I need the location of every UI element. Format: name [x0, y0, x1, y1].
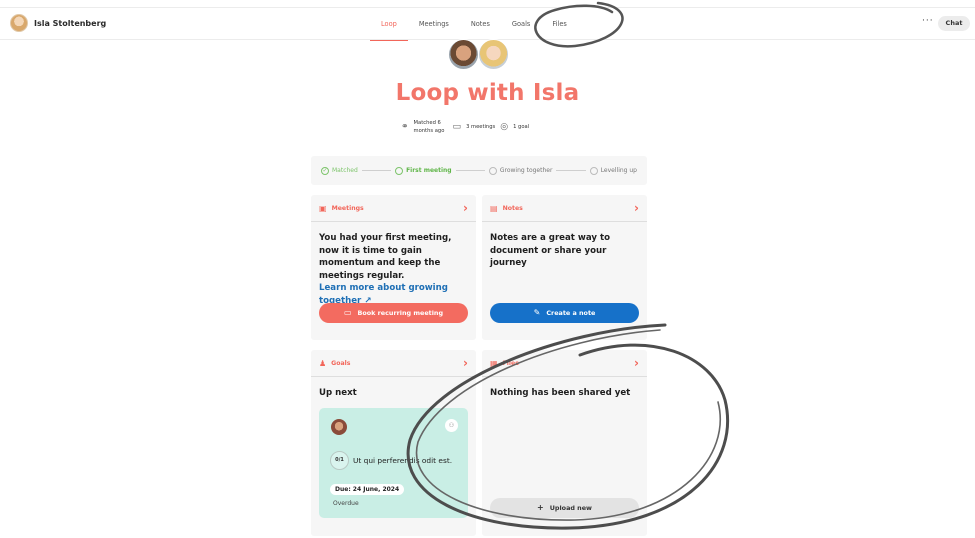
create-note-button[interactable]: ✎ Create a note	[490, 303, 639, 323]
step-first-meeting: First meeting	[395, 166, 452, 175]
card-title: Meetings	[331, 204, 364, 212]
card-title: Notes	[502, 204, 523, 212]
calendar-icon: ▭	[452, 122, 462, 132]
goal-progress-ring: 0/1	[330, 451, 349, 470]
card-title: Files	[502, 359, 519, 367]
avatar	[448, 39, 479, 70]
chat-button[interactable]: Chat	[938, 16, 970, 31]
image-file-icon: ▦	[490, 358, 498, 368]
button-label: Create a note	[546, 309, 596, 317]
shared-people-icon: ⚇	[445, 419, 458, 432]
notes-card-body: Notes are a great way to document or sha…	[482, 222, 647, 280]
handshake-icon: ⚭	[401, 122, 409, 132]
tab-meetings[interactable]: Meetings	[408, 8, 460, 40]
calendar-icon: ▣	[319, 203, 327, 213]
step-label: First meeting	[406, 167, 452, 174]
top-bar: Isla Stoltenberg Loop Meetings Notes Goa…	[0, 7, 975, 41]
goals-card: ♟ Goals › Up next ⚇ 0/1 Ut qui perferend…	[311, 350, 476, 536]
progress-stepper: ✓ Matched First meeting Growing together…	[311, 156, 647, 185]
meetings-card-header[interactable]: ▣ Meetings ›	[311, 195, 476, 222]
step-matched: ✓ Matched	[321, 166, 358, 175]
card-title: Goals	[331, 359, 351, 367]
more-options-icon[interactable]: ···	[922, 16, 934, 26]
up-next-label: Up next	[319, 388, 357, 398]
goals-count: 1 goal	[513, 124, 530, 130]
tab-loop[interactable]: Loop	[370, 8, 408, 41]
edit-note-icon: ✎	[533, 308, 541, 317]
people-icon: ♟	[319, 358, 327, 368]
loop-avatars	[448, 39, 512, 71]
circle-icon	[589, 166, 598, 175]
check-circle-icon: ◎	[500, 122, 509, 132]
meetings-count: 3 meetings	[466, 124, 496, 130]
step-levelling-up: Levelling up	[589, 166, 637, 175]
goal-item[interactable]: ⚇ 0/1 Ut qui perferendis odit est. Due: …	[319, 408, 468, 518]
goal-status: Overdue	[333, 500, 359, 507]
meetings-card: ▣ Meetings › You had your first meeting,…	[311, 195, 476, 340]
goals-card-body: Up next	[311, 377, 476, 410]
notes-card: ▤ Notes › Notes are a great way to docum…	[482, 195, 647, 340]
step-label: Growing together	[499, 167, 553, 174]
chevron-right-icon[interactable]: ›	[634, 356, 639, 370]
tab-goals[interactable]: Goals	[501, 8, 541, 40]
card-text: You had your first meeting, now it is ti…	[319, 233, 452, 281]
step-label: Matched	[332, 167, 358, 174]
chevron-right-icon[interactable]: ›	[463, 356, 468, 370]
plus-icon: +	[537, 503, 544, 512]
circle-icon	[488, 166, 497, 175]
user-profile[interactable]: Isla Stoltenberg	[10, 14, 106, 32]
avatar	[331, 419, 347, 435]
tab-files[interactable]: Files	[541, 8, 577, 40]
card-text: Notes are a great way to document or sha…	[490, 233, 610, 268]
files-card-header[interactable]: ▦ Files ›	[482, 350, 647, 377]
step-connector	[455, 170, 485, 171]
avatar	[10, 14, 28, 32]
goals-card-header[interactable]: ♟ Goals ›	[311, 350, 476, 377]
tab-notes[interactable]: Notes	[460, 8, 501, 40]
step-growing-together: Growing together	[488, 166, 553, 175]
step-label: Levelling up	[600, 167, 637, 174]
check-icon: ✓	[321, 166, 329, 175]
empty-state-text: Nothing has been shared yet	[490, 388, 631, 398]
matched-date: Matched 6 months ago	[413, 120, 445, 134]
goal-title: Ut qui perferendis odit est.	[353, 456, 453, 465]
avatar	[478, 39, 509, 70]
files-card-body: Nothing has been shared yet	[482, 377, 647, 410]
nav-tabs: Loop Meetings Notes Goals Files	[370, 8, 578, 41]
goal-due-date: Due: 24 June, 2024	[330, 484, 405, 495]
step-connector	[361, 170, 392, 171]
button-label: Book recurring meeting	[357, 309, 444, 317]
page-title: Loop with Isla	[395, 80, 580, 106]
upload-new-button[interactable]: + Upload new	[490, 498, 639, 518]
chevron-right-icon[interactable]: ›	[634, 201, 639, 215]
book-recurring-meeting-button[interactable]: ▭ Book recurring meeting	[319, 303, 468, 323]
files-card: ▦ Files › Nothing has been shared yet + U…	[482, 350, 647, 536]
circle-icon	[395, 166, 404, 175]
notes-card-header[interactable]: ▤ Notes ›	[482, 195, 647, 222]
step-connector	[556, 170, 586, 171]
chevron-right-icon[interactable]: ›	[463, 201, 468, 215]
user-name: Isla Stoltenberg	[34, 18, 107, 28]
calendar-icon: ▭	[343, 308, 352, 317]
loop-meta: ⚭ Matched 6 months ago ▭ 3 meetings ◎ 1 …	[401, 119, 529, 135]
note-icon: ▤	[490, 203, 498, 213]
button-label: Upload new	[549, 504, 592, 512]
